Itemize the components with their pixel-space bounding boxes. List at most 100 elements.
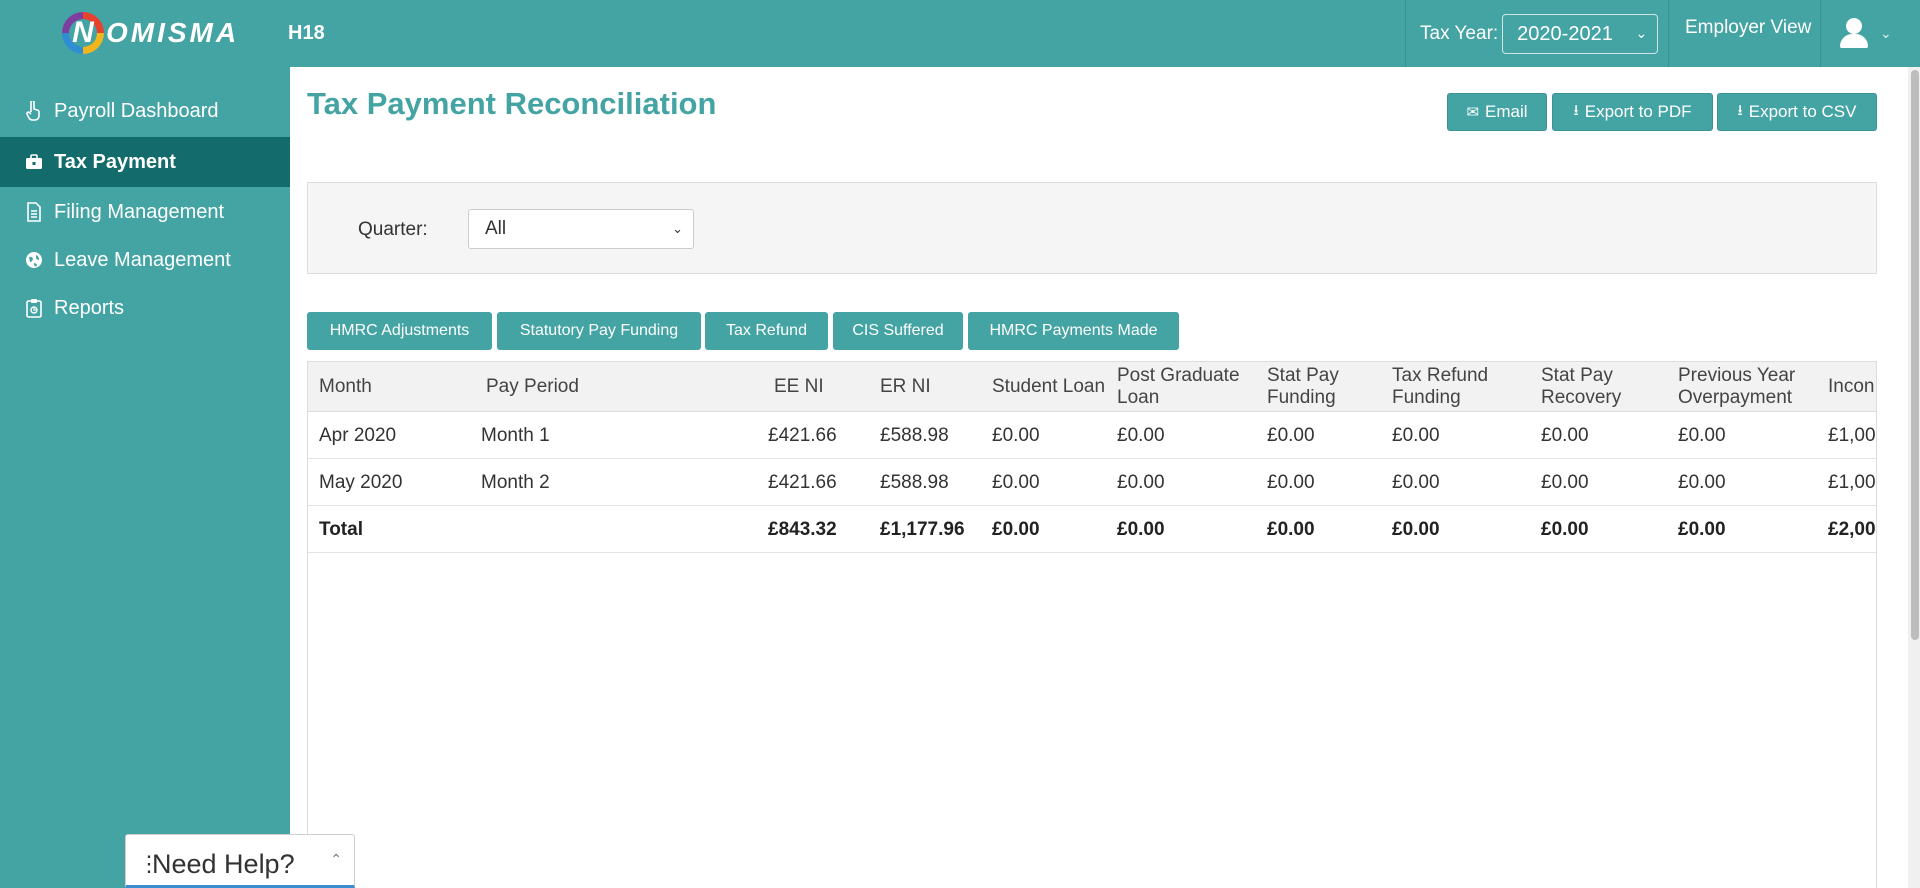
column-header-month[interactable]: Month — [319, 376, 372, 398]
briefcase-icon — [24, 152, 44, 172]
total-label: Total — [319, 519, 363, 540]
column-header-income[interactable]: Incon — [1828, 376, 1874, 398]
cell-tax-refund-funding: £0.00 — [1392, 472, 1440, 493]
cell-income: £1,00 — [1828, 472, 1876, 493]
need-help-widget[interactable]: ⋮ Need Help? ⌃ — [125, 834, 355, 888]
download-icon: ⭳ — [1573, 101, 1579, 119]
sidebar-item-tax-payment[interactable]: Tax Payment — [0, 137, 290, 187]
cell-pay-period: Month 2 — [481, 472, 550, 493]
logo-ring-icon: N — [62, 12, 104, 54]
tax-year-select[interactable]: 2020-2021 ⌄ — [1502, 14, 1659, 54]
tab-tax-refund[interactable]: Tax Refund — [705, 312, 828, 350]
column-header-ee-ni[interactable]: EE NI — [774, 376, 824, 398]
table-row: May 2020 Month 2 £421.66 £588.98 £0.00 £… — [308, 459, 1876, 506]
quarter-label: Quarter: — [358, 219, 428, 240]
top-header: N OMISMA H18 Tax Year: 2020-2021 ⌄ Emplo… — [0, 0, 1920, 67]
cell-previous-year-overpayment: £0.00 — [1678, 425, 1726, 446]
sidebar-item-reports[interactable]: Reports — [0, 283, 290, 333]
sidebar-item-label: Leave Management — [54, 248, 231, 271]
total-stat-pay-funding: £0.00 — [1267, 519, 1315, 540]
company-name: H18 — [288, 22, 325, 44]
column-header-student-loan[interactable]: Student Loan — [992, 376, 1105, 398]
total-previous-year-overpayment: £0.00 — [1678, 519, 1726, 540]
page-title: Tax Payment Reconciliation — [307, 86, 717, 121]
cell-er-ni: £588.98 — [880, 472, 949, 493]
total-student-loan: £0.00 — [992, 519, 1040, 540]
tax-year-label: Tax Year: — [1420, 23, 1499, 44]
column-header-post-graduate-loan[interactable]: Post Graduate Loan — [1117, 365, 1240, 409]
chevron-up-icon[interactable]: ⌃ — [330, 851, 342, 868]
export-pdf-label: Export to PDF — [1584, 102, 1692, 121]
tax-year-picker: Tax Year: 2020-2021 ⌄ — [1420, 14, 1659, 54]
cell-stat-pay-recovery: £0.00 — [1541, 425, 1589, 446]
chevron-down-icon: ⌄ — [672, 221, 683, 236]
chevron-down-icon: ⌄ — [1635, 25, 1648, 41]
tab-statutory-pay-funding[interactable]: Statutory Pay Funding — [497, 312, 701, 350]
filter-panel: Quarter: All ⌄ — [307, 182, 1877, 274]
cell-income: £1,00 — [1828, 425, 1876, 446]
tab-hmrc-adjustments[interactable]: HMRC Adjustments — [307, 312, 492, 350]
tab-hmrc-payments-made[interactable]: HMRC Payments Made — [968, 312, 1179, 350]
table-total-row: Total £843.32 £1,177.96 £0.00 £0.00 £0.0… — [308, 506, 1876, 553]
reconciliation-table: Month Pay Period EE NI ER NI Student Loa… — [307, 361, 1877, 888]
cell-pay-period: Month 1 — [481, 425, 550, 446]
quarter-select[interactable]: All ⌄ — [468, 209, 694, 249]
column-header-er-ni[interactable]: ER NI — [880, 376, 931, 398]
employer-view-link[interactable]: Employer View — [1685, 17, 1811, 39]
need-help-label: Need Help? — [152, 849, 295, 879]
cell-stat-pay-funding: £0.00 — [1267, 472, 1315, 493]
chevron-down-icon: ⌄ — [1880, 24, 1892, 41]
cell-tax-refund-funding: £0.00 — [1392, 425, 1440, 446]
export-pdf-button[interactable]: ⭳ Export to PDF — [1552, 93, 1713, 131]
cell-post-graduate-loan: £0.00 — [1117, 425, 1165, 446]
cell-ee-ni: £421.66 — [768, 472, 837, 493]
email-button-label: Email — [1485, 102, 1528, 121]
hand-pointer-icon — [24, 101, 44, 121]
user-avatar-icon — [1838, 16, 1870, 50]
column-header-stat-pay-funding[interactable]: Stat Pay Funding — [1267, 365, 1339, 409]
page-scrollbar-thumb[interactable] — [1911, 70, 1919, 640]
tax-year-value: 2020-2021 — [1517, 22, 1613, 45]
total-ee-ni: £843.32 — [768, 519, 837, 540]
column-header-tax-refund-funding[interactable]: Tax Refund Funding — [1392, 365, 1488, 409]
tab-cis-suffered[interactable]: CIS Suffered — [833, 312, 963, 350]
cell-ee-ni: £421.66 — [768, 425, 837, 446]
cell-month: May 2020 — [319, 472, 403, 493]
total-stat-pay-recovery: £0.00 — [1541, 519, 1589, 540]
sidebar-item-filing-management[interactable]: Filing Management — [0, 187, 290, 237]
cell-student-loan: £0.00 — [992, 472, 1040, 493]
user-menu[interactable]: ⌄ — [1838, 16, 1892, 50]
export-csv-button[interactable]: ⭳ Export to CSV — [1717, 93, 1877, 131]
globe-icon — [24, 250, 44, 270]
sidebar-item-payroll-dashboard[interactable]: Payroll Dashboard — [0, 86, 290, 136]
cell-student-loan: £0.00 — [992, 425, 1040, 446]
cell-post-graduate-loan: £0.00 — [1117, 472, 1165, 493]
cell-er-ni: £588.98 — [880, 425, 949, 446]
nomisma-logo[interactable]: N OMISMA — [62, 10, 239, 56]
sidebar-item-label: Tax Payment — [54, 150, 176, 173]
table-header: Month Pay Period EE NI ER NI Student Loa… — [308, 362, 1876, 412]
header-divider — [1668, 0, 1669, 67]
column-header-stat-pay-recovery[interactable]: Stat Pay Recovery — [1541, 365, 1621, 409]
total-tax-refund-funding: £0.00 — [1392, 519, 1440, 540]
header-divider — [1405, 0, 1406, 67]
column-header-previous-year-overpayment[interactable]: Previous Year Overpayment — [1678, 365, 1795, 409]
total-income: £2,00 — [1828, 519, 1876, 540]
header-divider — [1820, 0, 1821, 67]
clipboard-icon — [24, 298, 44, 318]
email-button[interactable]: ✉ Email — [1447, 93, 1547, 131]
download-icon: ⭳ — [1737, 101, 1743, 119]
column-header-pay-period[interactable]: Pay Period — [486, 376, 579, 398]
document-icon — [24, 202, 44, 222]
export-csv-label: Export to CSV — [1748, 102, 1857, 121]
sidebar-item-leave-management[interactable]: Leave Management — [0, 235, 290, 285]
total-er-ni: £1,177.96 — [880, 519, 965, 540]
logo-letter: N — [72, 16, 94, 49]
sidebar-item-label: Reports — [54, 296, 125, 319]
cell-stat-pay-recovery: £0.00 — [1541, 472, 1589, 493]
sidebar-item-label: Filing Management — [54, 200, 225, 223]
cell-stat-pay-funding: £0.00 — [1267, 425, 1315, 446]
cell-previous-year-overpayment: £0.00 — [1678, 472, 1726, 493]
envelope-icon: ✉ — [1466, 104, 1480, 121]
sidebar: Payroll Dashboard Tax Payment Filing Man… — [0, 67, 290, 888]
